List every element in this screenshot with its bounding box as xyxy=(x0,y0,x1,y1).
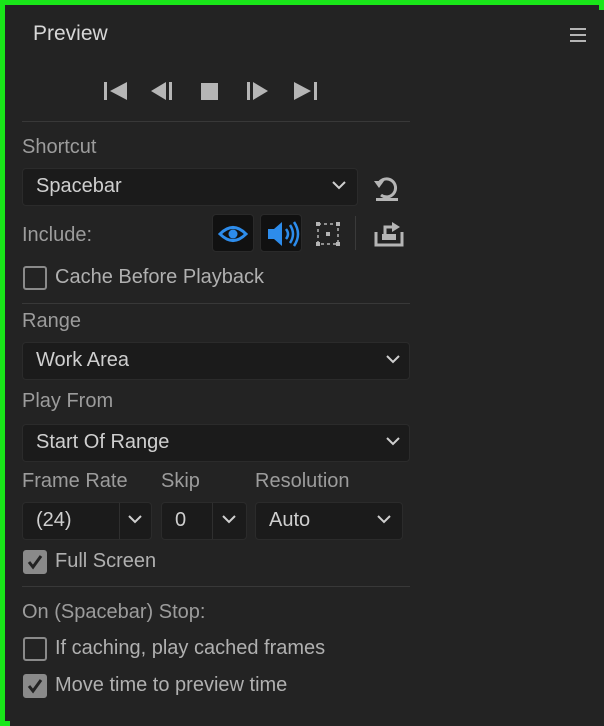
cache-before-playback-checkbox[interactable] xyxy=(23,266,47,290)
include-overlays-toggle[interactable] xyxy=(308,214,350,252)
vertical-divider xyxy=(355,216,356,250)
frame-rate-dropdown[interactable]: (24) xyxy=(22,502,152,540)
checkmark-icon xyxy=(27,679,43,694)
overlay-frame-icon xyxy=(316,222,340,246)
previous-frame-icon[interactable] xyxy=(148,80,176,102)
shortcut-value: Spacebar xyxy=(36,175,122,197)
play-from-value: Start Of Range xyxy=(36,431,170,453)
range-dropdown[interactable]: Work Area xyxy=(22,342,410,380)
panel-frame: Preview Shortcut Spacebar Include: Cache… xyxy=(0,0,604,726)
range-value: Work Area xyxy=(36,349,129,371)
include-video-toggle[interactable] xyxy=(212,214,254,252)
cache-before-playback-label[interactable]: Cache Before Playback xyxy=(55,266,264,289)
full-screen-checkbox[interactable] xyxy=(23,550,47,574)
panel-menu-icon[interactable] xyxy=(570,28,586,42)
skip-value: 0 xyxy=(175,509,187,531)
chevron-down-icon xyxy=(222,515,236,524)
resolution-label: Resolution xyxy=(255,470,350,492)
panel-title: Preview xyxy=(33,22,108,45)
checkmark-icon xyxy=(27,555,43,570)
chevron-down-icon xyxy=(332,181,346,190)
skip-label: Skip xyxy=(161,470,200,492)
first-frame-icon[interactable] xyxy=(102,80,130,102)
full-screen-label[interactable]: Full Screen xyxy=(55,550,156,573)
export-icon[interactable] xyxy=(373,220,405,248)
separator xyxy=(22,121,410,122)
shortcut-dropdown[interactable]: Spacebar xyxy=(22,168,358,206)
separator xyxy=(22,303,410,304)
range-label: Range xyxy=(22,310,81,332)
play-cached-frames-label[interactable]: If caching, play cached frames xyxy=(55,637,325,660)
chevron-down-icon xyxy=(128,515,142,524)
eye-icon xyxy=(218,226,248,242)
speaker-icon xyxy=(268,221,300,247)
last-frame-icon[interactable] xyxy=(292,80,320,102)
play-cached-frames-checkbox[interactable] xyxy=(23,637,47,661)
include-audio-toggle[interactable] xyxy=(260,214,302,252)
frame-rate-value: (24) xyxy=(36,509,72,531)
play-from-label: Play From xyxy=(22,390,114,412)
chevron-down-icon xyxy=(386,355,400,364)
separator xyxy=(22,586,410,587)
reset-icon[interactable] xyxy=(372,174,402,202)
resolution-dropdown[interactable]: Auto xyxy=(255,502,403,540)
frame-rate-label: Frame Rate xyxy=(22,470,128,492)
shortcut-label: Shortcut xyxy=(22,136,97,158)
dropdown-divider xyxy=(212,503,213,539)
move-time-checkbox[interactable] xyxy=(23,674,47,698)
dropdown-divider xyxy=(119,503,120,539)
preview-panel: Preview Shortcut Spacebar Include: Cache… xyxy=(10,10,604,726)
chevron-down-icon xyxy=(386,437,400,446)
include-label: Include: xyxy=(22,224,93,246)
move-time-label[interactable]: Move time to preview time xyxy=(55,674,287,697)
skip-dropdown[interactable]: 0 xyxy=(161,502,247,540)
play-from-dropdown[interactable]: Start Of Range xyxy=(22,424,410,462)
chevron-down-icon xyxy=(377,515,391,524)
next-frame-icon[interactable] xyxy=(244,80,272,102)
stop-icon[interactable] xyxy=(199,80,221,102)
resolution-value: Auto xyxy=(269,509,311,531)
on-stop-label: On (Spacebar) Stop: xyxy=(22,601,206,623)
